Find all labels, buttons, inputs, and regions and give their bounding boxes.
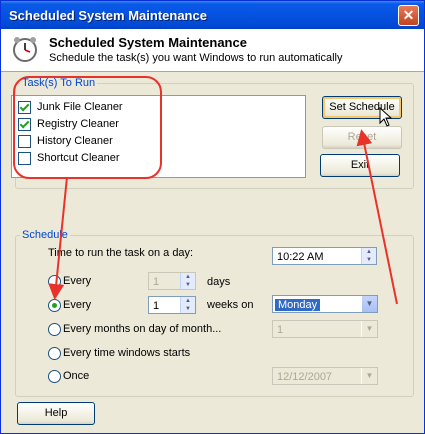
radio-every-weeks[interactable] [48, 299, 61, 312]
mouse-cursor-icon [379, 107, 393, 127]
header-subtitle: Schedule the task(s) you want Windows to… [49, 52, 343, 64]
window-title: Scheduled System Maintenance [9, 8, 207, 23]
spin-down-icon[interactable]: ▼ [181, 281, 195, 289]
radio-every-months[interactable] [48, 323, 61, 336]
annotation-highlight [13, 76, 162, 179]
header-title: Scheduled System Maintenance [49, 35, 247, 50]
every-weeks-label: Every [63, 299, 92, 311]
once-date-picker[interactable]: 12/12/2007 ▼ [272, 367, 378, 385]
every-months-label: Every months on day of month... [63, 323, 222, 335]
scheduler-window: Scheduled System Maintenance ✕ Scheduled… [0, 0, 425, 434]
exit-button[interactable]: Exit [320, 154, 400, 177]
title-bar[interactable]: Scheduled System Maintenance ✕ [1, 1, 424, 29]
weeks-spinner[interactable]: ▲ ▼ [180, 297, 195, 313]
spin-up-icon[interactable]: ▲ [181, 297, 195, 305]
chevron-down-icon[interactable]: ▼ [361, 368, 377, 384]
days-stepper[interactable]: 1 ▲ ▼ [148, 272, 196, 290]
every-days-label: Every [63, 275, 92, 287]
weekday-value: Monday [275, 299, 321, 311]
chevron-down-icon[interactable]: ▼ [361, 321, 377, 337]
every-start-label: Every time windows starts [63, 347, 191, 359]
weeks-value: 1 [153, 300, 160, 312]
days-unit-label: days [207, 276, 231, 288]
time-spinner[interactable]: ▲ ▼ [361, 248, 376, 264]
weeks-stepper[interactable]: 1 ▲ ▼ [148, 296, 196, 314]
radio-once[interactable] [48, 370, 61, 383]
weekday-select[interactable]: Monday ▼ [272, 295, 378, 313]
close-button[interactable]: ✕ [398, 5, 419, 26]
month-day-select[interactable]: 1 ▼ [272, 320, 378, 338]
spin-down-icon[interactable]: ▼ [362, 256, 376, 264]
once-date-value: 12/12/2007 [277, 371, 333, 383]
spin-up-icon[interactable]: ▲ [362, 248, 376, 256]
chevron-down-icon[interactable]: ▼ [361, 296, 377, 312]
time-label: Time to run the task on a day: [48, 247, 194, 259]
help-button[interactable]: Help [17, 402, 95, 425]
time-input[interactable]: 10:22 AM ▲ ▼ [272, 247, 377, 265]
days-value: 1 [153, 276, 160, 288]
days-spinner[interactable]: ▲ ▼ [180, 273, 195, 289]
radio-every-days[interactable] [48, 275, 61, 288]
schedule-legend: Schedule [22, 229, 68, 241]
dialog-header: Scheduled System Maintenance Schedule th… [1, 29, 424, 72]
spin-up-icon[interactable]: ▲ [181, 273, 195, 281]
month-day-value: 1 [277, 324, 284, 336]
radio-every-start[interactable] [48, 347, 61, 360]
clock-icon [13, 37, 37, 62]
time-value: 10:22 AM [277, 251, 324, 263]
once-label: Once [63, 370, 90, 382]
reset-button[interactable]: Reset [322, 126, 402, 149]
weeks-unit-label: weeks on [207, 299, 254, 311]
spin-down-icon[interactable]: ▼ [181, 305, 195, 313]
